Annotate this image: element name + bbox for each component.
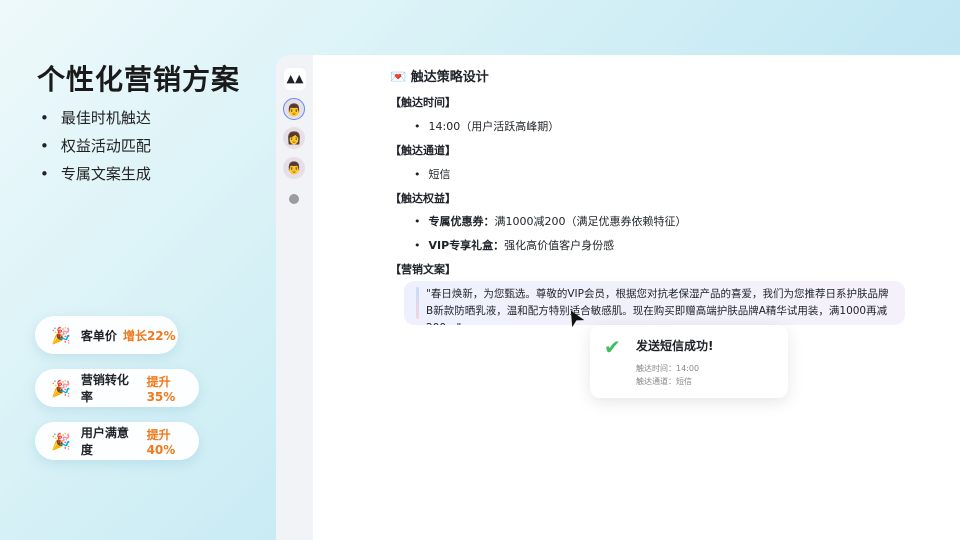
time-label: 【触达时间】 (390, 96, 456, 109)
success-toast: ✔ 发送短信成功! 触达时间：14:00 触达通道：短信 (590, 325, 788, 398)
benefit-name: VIP专享礼盒： (428, 239, 505, 252)
marketing-copy: "春日焕新，为您甄选。尊敬的VIP会员，根据您对抗老保湿产品的喜爱，我们为您推荐… (404, 281, 905, 325)
avatar[interactable]: 👩 (283, 127, 305, 149)
benefit-item: VIP专享礼盒：强化高价值客户身份感 (414, 238, 615, 254)
avatar[interactable]: 👨 (283, 98, 305, 120)
benefit-item: 专属优惠券：满1000减200（满足优惠券依赖特征） (414, 214, 687, 230)
page-title: 个性化营销方案 (37, 63, 241, 96)
channel-label: 【触达通道】 (390, 144, 456, 157)
logo-icon[interactable]: ▲▲ (284, 68, 306, 90)
envelope-icon: 💌 (390, 70, 407, 85)
metric-pill: 🎉 营销转化率 提升35% (35, 369, 199, 407)
toast-channel: 触达通道：短信 (636, 377, 692, 386)
heading-text: 触达策略设计 (410, 70, 489, 85)
party-popper-icon: 🎉 (51, 431, 71, 451)
feature-item: 最佳时机触达 (40, 108, 151, 136)
sidebar: ▲▲ 👨 👩 👨 (276, 55, 313, 540)
metric-label: 客单价 (80, 328, 117, 343)
check-icon: ✔ (604, 335, 621, 359)
feature-item: 权益活动匹配 (40, 136, 151, 164)
benefit-name: 专属优惠券： (428, 215, 495, 228)
copy-label: 【营销文案】 (390, 263, 456, 276)
benefit-label: 【触达权益】 (390, 192, 456, 205)
feature-list: 最佳时机触达 权益活动匹配 专属文案生成 (40, 108, 151, 192)
clock-icon[interactable] (289, 194, 299, 204)
feature-item: 专属文案生成 (40, 164, 151, 192)
metric-value: 提升40% (146, 427, 176, 457)
toast-title: 发送短信成功! (636, 339, 714, 353)
section-heading: 💌 触达策略设计 (390, 70, 489, 86)
metric-label: 用户满意度 (80, 426, 129, 457)
party-popper-icon: 🎉 (51, 325, 71, 345)
benefit-desc: 强化高价值客户身份感 (504, 239, 615, 252)
metric-value: 增长22% (122, 328, 176, 343)
app-window: ▲▲ 👨 👩 👨 💌 触达策略设计 【触达时间】 14:00（用户活跃高峰期） … (276, 55, 960, 540)
metric-pill: 🎉 客单价 增长22% (35, 316, 178, 354)
metric-value: 提升35% (146, 374, 176, 404)
party-popper-icon: 🎉 (51, 378, 71, 398)
toast-time: 触达时间：14:00 (636, 364, 700, 373)
channel-value: 短信 (414, 167, 451, 183)
benefit-desc: 满1000减200（满足优惠券依赖特征） (494, 215, 687, 228)
avatar[interactable]: 👨 (283, 157, 305, 179)
time-value: 14:00（用户活跃高峰期） (414, 119, 560, 135)
metric-pill: 🎉 用户满意度 提升40% (35, 422, 199, 460)
metric-label: 营销转化率 (80, 373, 129, 404)
